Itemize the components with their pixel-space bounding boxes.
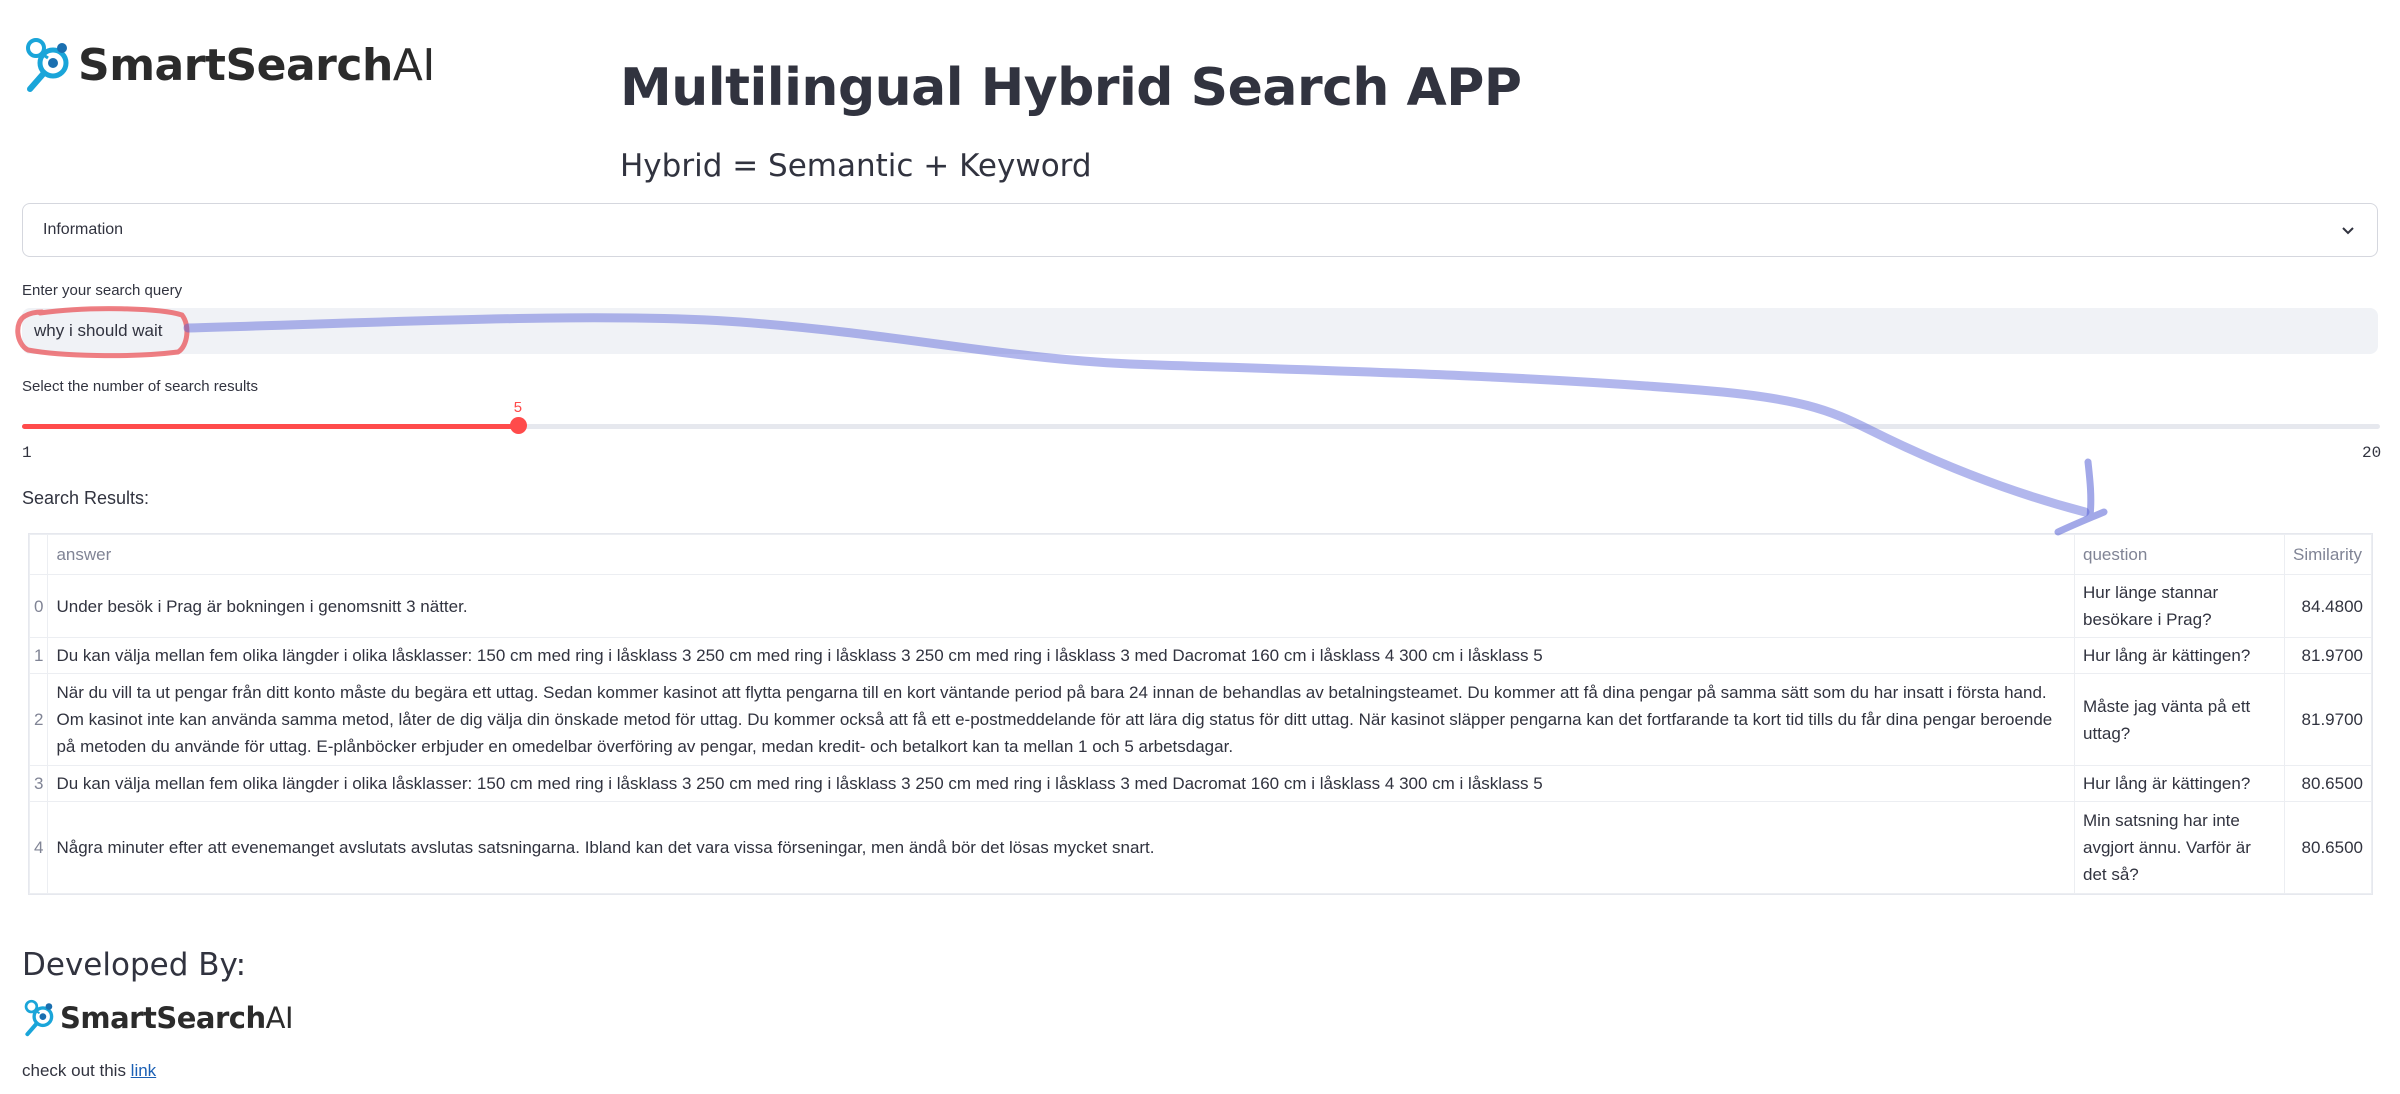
similarity-cell[interactable]: 80.6500 bbox=[2284, 765, 2372, 802]
row-index: 0 bbox=[28, 574, 49, 638]
column-header-question[interactable]: question bbox=[2074, 534, 2285, 575]
similarity-cell[interactable]: 84.4800 bbox=[2284, 574, 2372, 638]
logo-magnifier-icon bbox=[24, 999, 54, 1037]
row-index: 3 bbox=[28, 765, 49, 802]
slider-min: 1 bbox=[22, 444, 32, 462]
slider-label: Select the number of search results bbox=[22, 378, 258, 395]
row-index: 1 bbox=[28, 637, 49, 674]
footer-brand-name: SmartSearchAI bbox=[60, 1001, 294, 1035]
slider-max: 20 bbox=[2362, 444, 2382, 462]
similarity-cell[interactable]: 80.6500 bbox=[2284, 801, 2372, 894]
arrow-head-annotation bbox=[2054, 458, 2108, 536]
row-index: 2 bbox=[28, 673, 49, 766]
results-label: Search Results: bbox=[22, 488, 150, 508]
question-cell[interactable]: Hur lång är kättingen? bbox=[2074, 637, 2285, 674]
question-cell[interactable]: Min satsning har inte avgjort ännu. Varf… bbox=[2074, 801, 2285, 894]
logo-magnifier-icon bbox=[26, 38, 69, 92]
checkout-link[interactable]: link bbox=[131, 1061, 157, 1080]
search-label: Enter your search query bbox=[22, 282, 183, 299]
answer-cell[interactable]: Du kan välja mellan fem olika längder i … bbox=[47, 765, 2075, 802]
table-row[interactable]: 1 Du kan välja mellan fem olika längder … bbox=[28, 637, 2372, 674]
similarity-cell[interactable]: 81.9700 bbox=[2284, 673, 2372, 766]
chevron-down-icon bbox=[2342, 227, 2354, 235]
question-cell[interactable]: Hur lång är kättingen? bbox=[2074, 765, 2285, 802]
brand-name: SmartSearchAI bbox=[78, 39, 435, 91]
search-field[interactable] bbox=[22, 308, 2378, 354]
column-header-similarity[interactable]: Similarity bbox=[2284, 534, 2372, 575]
page-subtitle: Hybrid = Semantic + Keyword bbox=[620, 148, 1092, 184]
table-header-row: answer question Similarity bbox=[28, 534, 2372, 575]
row-index: 4 bbox=[28, 801, 49, 894]
question-cell[interactable]: Hur länge stannar besökare i Prag? bbox=[2074, 574, 2285, 638]
table-row[interactable]: 0 Under besök i Prag är bokningen i geno… bbox=[28, 574, 2372, 638]
answer-cell[interactable]: Några minuter efter att evenemanget avsl… bbox=[47, 801, 2075, 894]
results-table[interactable]: answer question Similarity 0 Under besök… bbox=[28, 533, 2373, 895]
table-row[interactable]: 2 När du vill ta ut pengar från ditt kon… bbox=[28, 673, 2372, 766]
similarity-cell[interactable]: 81.9700 bbox=[2284, 637, 2372, 674]
table-row[interactable]: 4 Några minuter efter att evenemanget av… bbox=[28, 801, 2372, 894]
table-row[interactable]: 3 Du kan välja mellan fem olika längder … bbox=[28, 765, 2372, 802]
developed-by-heading: Developed By: bbox=[22, 947, 247, 983]
question-cell[interactable]: Måste jag vänta på ett uttag? bbox=[2074, 673, 2285, 766]
answer-cell[interactable]: Under besök i Prag är bokningen i genoms… bbox=[47, 574, 2075, 638]
checkout-line: check out this link bbox=[22, 1061, 156, 1081]
brand-logo: SmartSearchAI bbox=[22, 34, 435, 96]
column-header-answer[interactable]: answer bbox=[47, 534, 2075, 575]
index-header bbox=[28, 534, 49, 575]
checkout-text: check out this bbox=[22, 1061, 131, 1080]
answer-cell[interactable]: Du kan välja mellan fem olika längder i … bbox=[47, 637, 2075, 674]
slider-thumb[interactable] bbox=[510, 417, 528, 434]
expander-label: Information bbox=[43, 221, 124, 238]
slider-value: 5 bbox=[513, 400, 523, 417]
search-input[interactable] bbox=[32, 320, 2368, 342]
footer-brand-logo: SmartSearchAI bbox=[22, 997, 294, 1039]
information-expander[interactable]: Information bbox=[22, 203, 2378, 257]
page-title: Multilingual Hybrid Search APP bbox=[620, 58, 1522, 118]
answer-cell[interactable]: När du vill ta ut pengar från ditt konto… bbox=[47, 673, 2075, 766]
slider-fill bbox=[22, 424, 519, 429]
